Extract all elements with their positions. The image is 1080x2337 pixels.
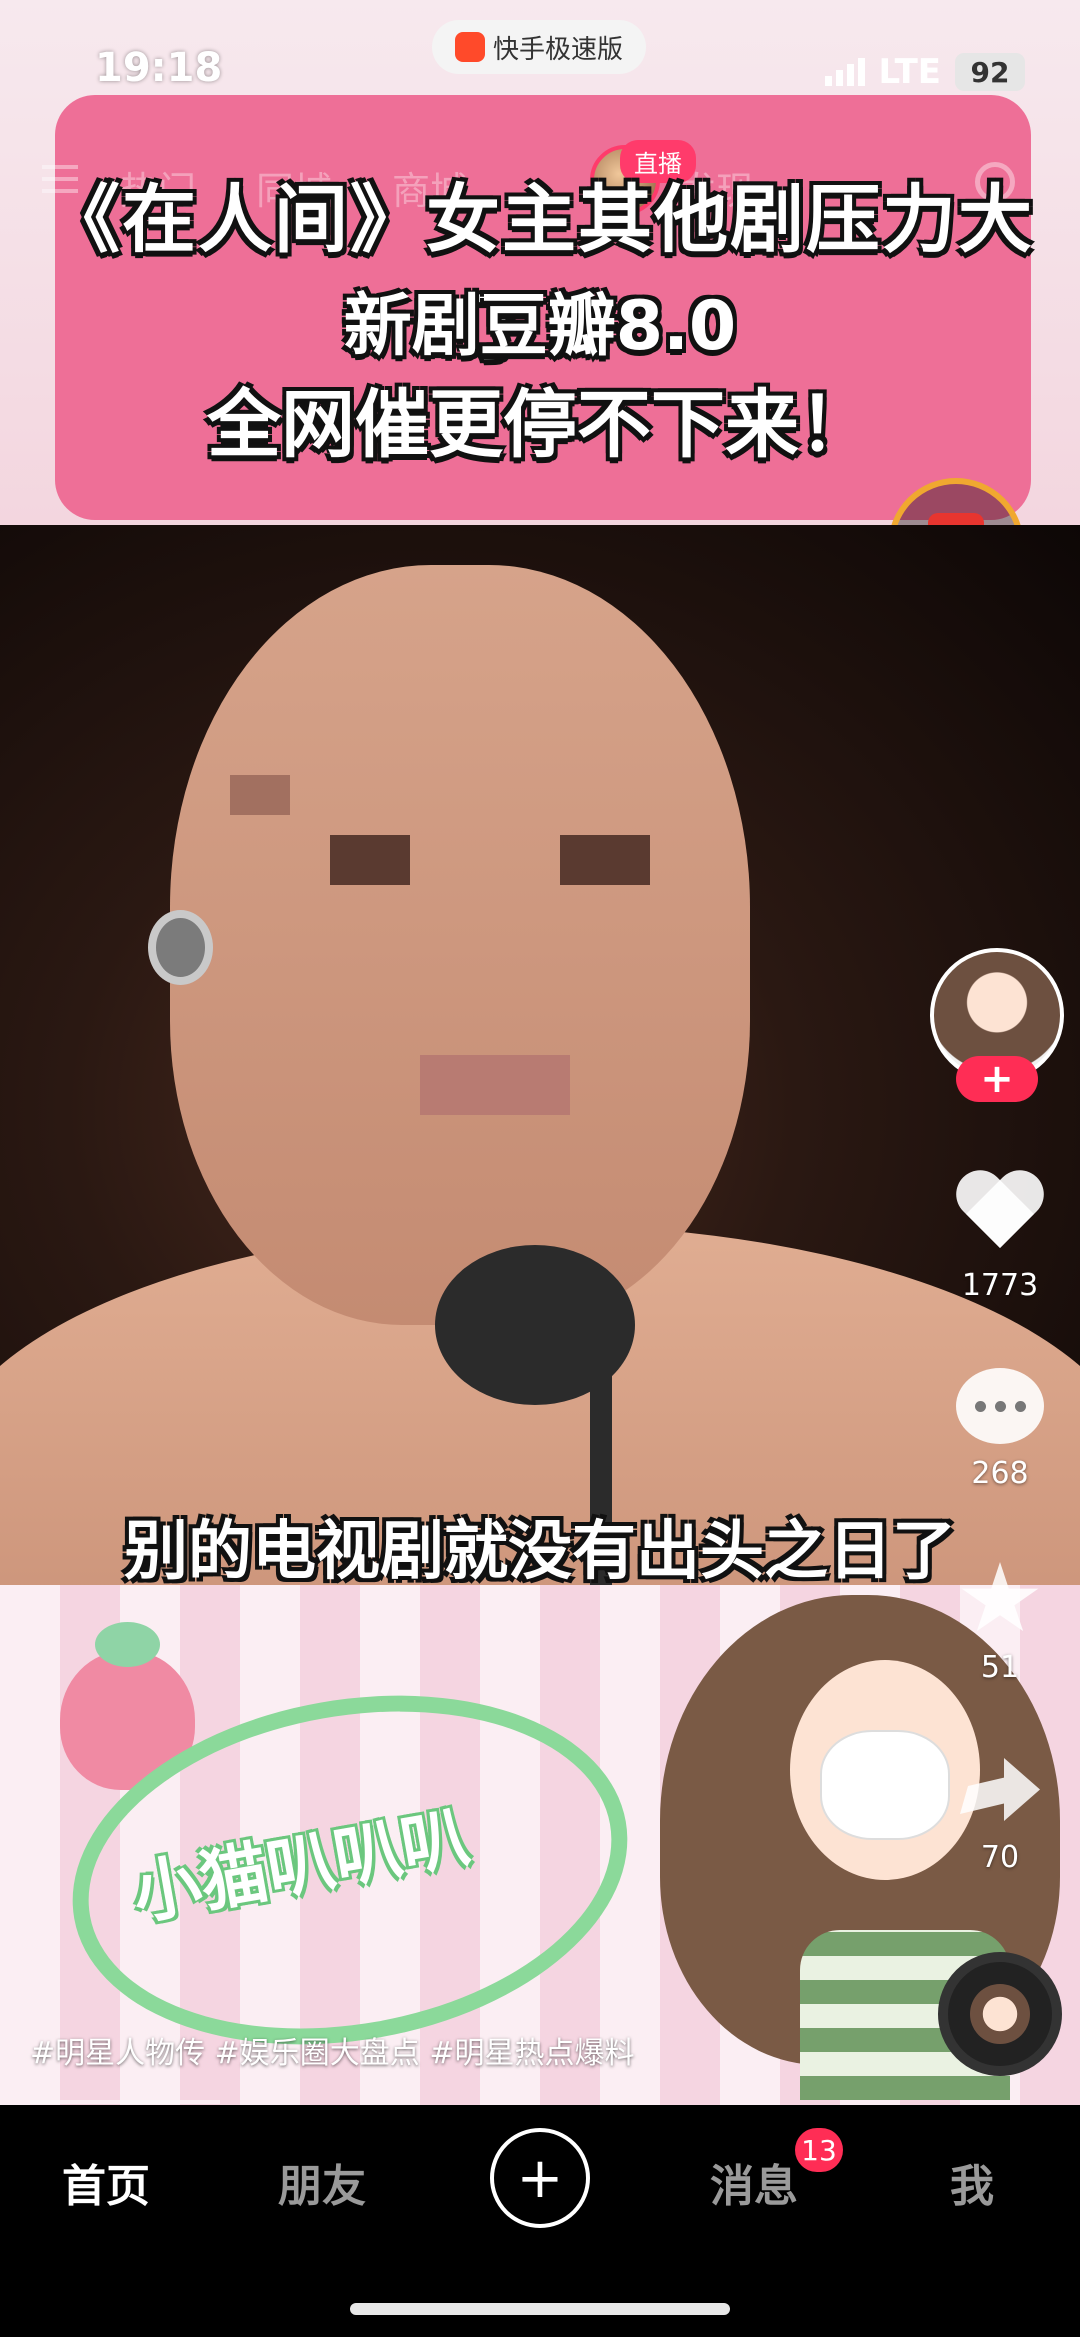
battery-indicator: 92 xyxy=(955,53,1025,91)
video-progress-bar[interactable] xyxy=(30,2100,220,2104)
video-figure-face-blurred xyxy=(170,565,750,1325)
video-subtitle: 别的电视剧就没有出头之日了 xyxy=(124,1515,956,1589)
tab-friends[interactable]: 朋友 xyxy=(278,2150,366,2214)
app-name: 快手极速版 xyxy=(492,34,623,65)
hashtags[interactable]: #明星人物传 #娱乐圈大盘点 #明星热点爆料 xyxy=(30,2028,634,2072)
headline-line-2: 新剧豆瓣8.0 xyxy=(343,287,737,366)
follow-button[interactable]: + xyxy=(956,1056,1038,1102)
like-count: 1773 xyxy=(961,1268,1039,1303)
comment-icon xyxy=(956,1368,1044,1444)
tab-me[interactable]: 我 xyxy=(950,2150,994,2214)
star-icon xyxy=(961,1562,1039,1632)
mosaic-block xyxy=(420,1055,570,1115)
create-button[interactable]: + xyxy=(490,2128,590,2228)
share-count: 70 xyxy=(980,1840,1020,1875)
network-type: LTE xyxy=(878,52,941,92)
comment-button[interactable]: 268 xyxy=(940,1368,1060,1491)
cartoon-girl-mask xyxy=(820,1730,950,1840)
message-badge: 13 xyxy=(795,2128,843,2172)
music-disc-icon[interactable] xyxy=(938,1952,1062,2076)
mosaic-block xyxy=(230,775,290,815)
like-button[interactable]: 1773 xyxy=(940,1172,1060,1303)
home-indicator[interactable] xyxy=(350,2303,730,2315)
status-time: 19:18 xyxy=(95,45,223,91)
comment-count: 268 xyxy=(971,1456,1029,1491)
headline-line-3: 全网催更停不下来！ xyxy=(207,382,873,468)
share-button[interactable]: 70 xyxy=(940,1758,1060,1875)
share-arrow-icon xyxy=(960,1758,1040,1821)
favorite-count: 51 xyxy=(980,1650,1020,1685)
status-indicators: LTE 92 xyxy=(824,52,1025,92)
signal-icon xyxy=(824,58,865,86)
favorite-button[interactable]: 51 xyxy=(940,1562,1060,1685)
mosaic-block xyxy=(330,835,410,885)
tab-home[interactable]: 首页 xyxy=(62,2150,150,2214)
heart-icon xyxy=(954,1172,1046,1256)
earring xyxy=(148,910,213,985)
video-frame[interactable] xyxy=(0,525,1080,1585)
tab-messages[interactable]: 消息 xyxy=(710,2150,798,2214)
kuaishou-logo-icon xyxy=(454,32,485,62)
mosaic-block xyxy=(560,835,650,885)
app-pill[interactable]: 快手极速版 xyxy=(432,20,646,74)
